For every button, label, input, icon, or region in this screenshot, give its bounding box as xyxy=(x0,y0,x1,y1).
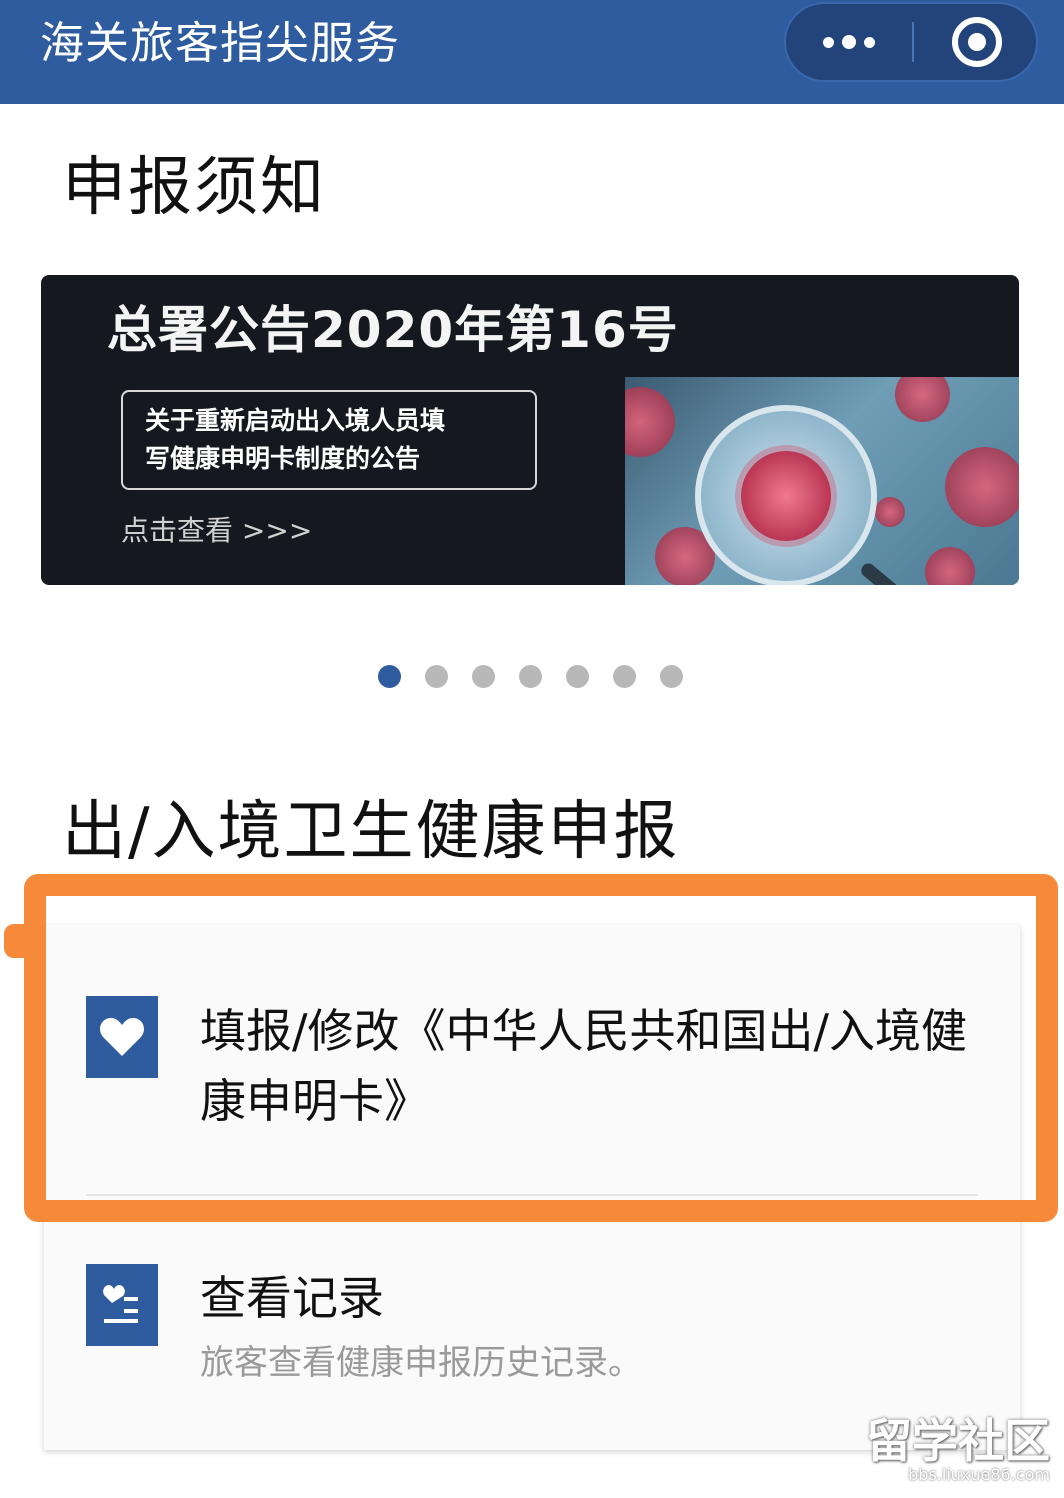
highlight-box xyxy=(24,874,1058,1222)
view-records-title[interactable]: 查看记录 xyxy=(200,1268,384,1328)
carousel-indicators xyxy=(378,665,683,688)
announcement-banner[interactable]: 总署公告2020年第16号 关于重新启动出入境人员填 写健康申明卡制度的公告 点… xyxy=(41,275,1019,585)
mini-program-capsule xyxy=(784,2,1038,82)
carousel-dot[interactable] xyxy=(613,665,636,688)
magnifier-lens xyxy=(695,405,877,585)
health-record-icon xyxy=(86,1264,158,1346)
banner-view-link[interactable]: 点击查看 >>> xyxy=(121,511,312,551)
banner-subtitle-line1: 关于重新启动出入境人员填 xyxy=(145,406,446,435)
carousel-dot[interactable] xyxy=(566,665,589,688)
capsule-divider xyxy=(912,22,914,62)
virus-magnifier-image xyxy=(625,377,1019,585)
more-dots-icon[interactable] xyxy=(786,4,912,80)
declaration-section-title: 出/入境卫生健康申报 xyxy=(62,795,680,869)
view-records-item[interactable] xyxy=(44,1196,1020,1450)
app-title: 海关旅客指尖服务 xyxy=(40,18,400,69)
banner-headline: 总署公告2020年第16号 xyxy=(107,301,679,359)
banner-subtitle-line2: 写健康申明卡制度的公告 xyxy=(145,444,421,473)
carousel-dot[interactable] xyxy=(472,665,495,688)
carousel-dot[interactable] xyxy=(425,665,448,688)
notice-section-title: 申报须知 xyxy=(62,151,326,225)
watermark-logo: 留学社区 bbs.liuxue86.com xyxy=(866,1416,1050,1484)
carousel-dot[interactable] xyxy=(519,665,542,688)
top-nav-bar: 海关旅客指尖服务 xyxy=(0,0,1064,104)
magnifier-handle xyxy=(858,560,929,585)
watermark-main-text: 留学社区 xyxy=(866,1414,1050,1468)
carousel-dot[interactable] xyxy=(660,665,683,688)
virus-icon xyxy=(741,451,831,541)
target-close-icon[interactable] xyxy=(952,17,1002,67)
watermark-url: bbs.liuxue86.com xyxy=(908,1465,1050,1484)
carousel-dot[interactable] xyxy=(378,665,401,688)
banner-subtitle-box: 关于重新启动出入境人员填 写健康申明卡制度的公告 xyxy=(121,390,537,490)
view-records-description: 旅客查看健康申报历史记录。 xyxy=(200,1343,642,1383)
